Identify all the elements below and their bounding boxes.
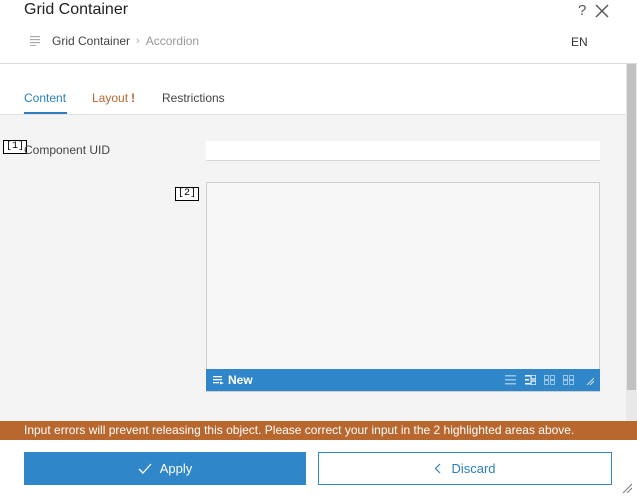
new-button[interactable]: New (213, 373, 253, 387)
active-tab-indicator (24, 112, 67, 114)
tab-layout-label: Layout (92, 91, 129, 105)
tab-layout-error-mark: ! (131, 91, 136, 105)
help-icon[interactable]: ? (578, 2, 586, 19)
discard-button-label: Discard (451, 461, 496, 476)
tab-restrictions[interactable]: Restrictions (162, 91, 225, 105)
breadcrumb-item-grid-container[interactable]: Grid Container (52, 34, 130, 48)
tab-bar: Content Layout! Restrictions (0, 64, 637, 115)
document-icon (30, 36, 40, 46)
breadcrumb: Grid Container › Accordion (30, 34, 199, 48)
apply-button-label: Apply (159, 461, 193, 476)
dialog-title: Grid Container (24, 1, 129, 18)
content-panel: [1] Component UID [2] New (0, 115, 625, 421)
scrollbar[interactable] (626, 64, 637, 421)
language-selector[interactable]: EN (571, 35, 588, 49)
breadcrumb-separator: › (136, 35, 140, 47)
tab-layout[interactable]: Layout! (92, 91, 135, 105)
grid-view-icon[interactable] (544, 375, 555, 385)
tab-content[interactable]: Content (24, 91, 66, 105)
resize-icon[interactable] (586, 377, 594, 385)
dialog-footer: Apply Discard (0, 440, 637, 497)
component-uid-label: Component UID (24, 143, 111, 157)
dialog-header: Grid Container ? Grid Container › Accord… (0, 0, 637, 64)
component-list-box[interactable] (206, 182, 600, 392)
error-banner: Input errors will prevent releasing this… (0, 421, 637, 440)
new-button-label: New (228, 373, 253, 387)
list-toolbar: New (206, 369, 600, 391)
chevron-left-icon (435, 463, 441, 474)
discard-button[interactable]: Discard (318, 452, 612, 485)
list-add-icon (213, 375, 224, 384)
component-uid-input[interactable] (206, 141, 600, 161)
scrollbar-thumb[interactable] (627, 64, 636, 390)
apply-button[interactable]: Apply (24, 452, 306, 485)
checkmark-icon (138, 463, 152, 474)
error-marker-2: [2] (175, 187, 200, 201)
close-icon[interactable] (594, 3, 610, 19)
tile-view-icon[interactable] (563, 375, 574, 385)
window-resize-grip[interactable] (622, 483, 632, 493)
tree-view-icon[interactable] (525, 375, 536, 385)
list-view-icon[interactable] (505, 375, 516, 385)
breadcrumb-item-accordion[interactable]: Accordion (146, 34, 199, 48)
